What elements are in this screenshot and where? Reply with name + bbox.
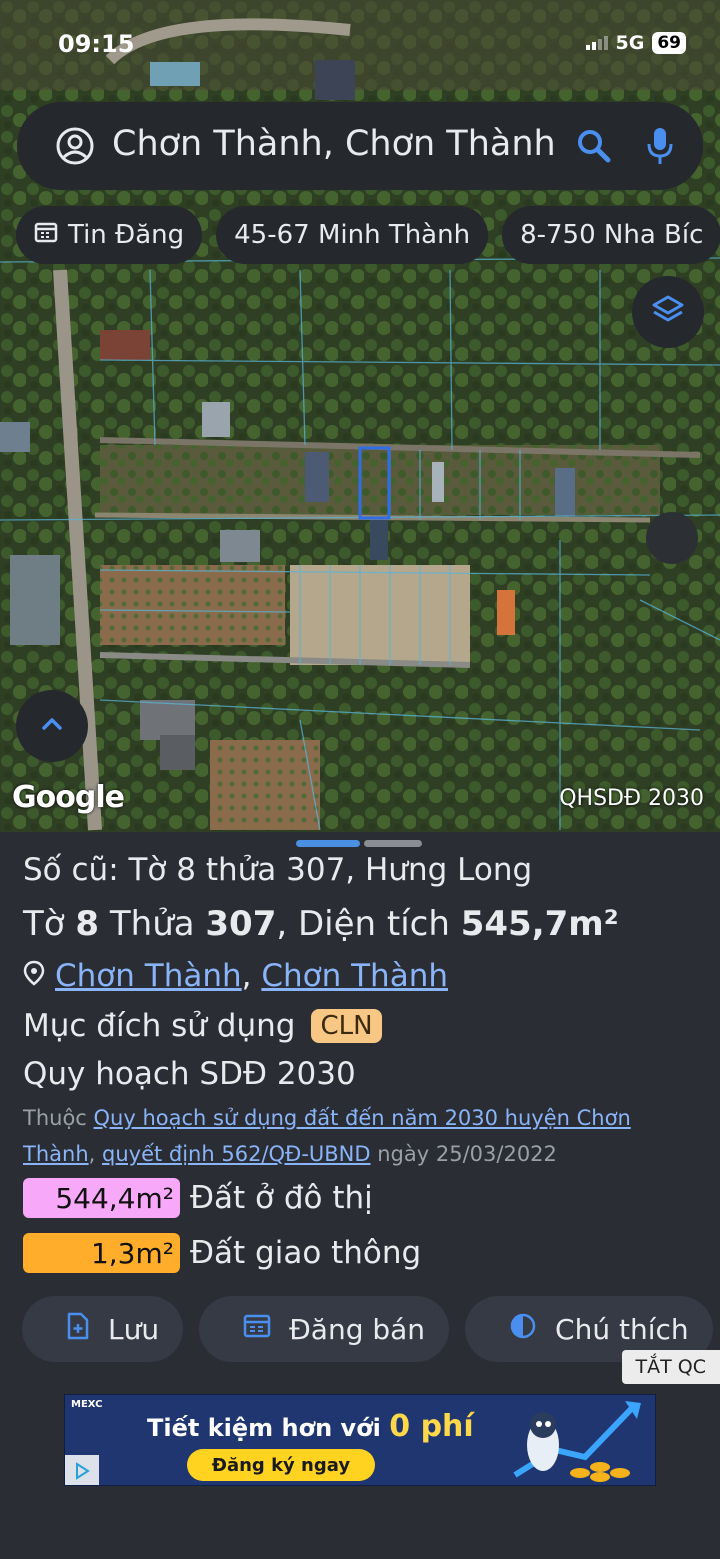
network-type: 5G bbox=[615, 32, 645, 54]
zone-row: 544,4m² Đất ở đô thị bbox=[23, 1178, 373, 1218]
save-button[interactable]: Lưu bbox=[22, 1296, 184, 1362]
signal-icon bbox=[585, 36, 608, 50]
account-icon[interactable] bbox=[55, 126, 95, 170]
chip-minh-thanh[interactable]: 45-67 Minh Thành bbox=[216, 206, 489, 264]
parcel-number: 307 bbox=[205, 904, 277, 944]
location-pin-icon bbox=[23, 958, 45, 994]
post-sale-button[interactable]: Đăng bán bbox=[199, 1296, 450, 1362]
close-ad-button[interactable]: TẮT QC bbox=[621, 1350, 720, 1384]
title-text: Thửa bbox=[99, 904, 206, 944]
ad-headline-highlight: 0 phí bbox=[389, 1409, 474, 1444]
location-separator: , bbox=[241, 958, 252, 994]
location-row: Chơn Thành, Chơn Thành bbox=[23, 958, 448, 994]
plan-label: Quy hoạch SDĐ 2030 bbox=[23, 1056, 356, 1092]
microphone-icon[interactable] bbox=[645, 126, 675, 170]
ad-headline-text: Tiết kiệm hơn với bbox=[147, 1414, 381, 1442]
belongs-separator: , bbox=[88, 1142, 96, 1166]
save-label: Lưu bbox=[108, 1312, 160, 1346]
ad-brand: MEXC bbox=[71, 1399, 103, 1410]
purpose-badge: CLN bbox=[311, 1009, 382, 1043]
map-view[interactable]: 09:15 5G 69 Chơn Thành, Chơn Thành Tin Đ… bbox=[0, 0, 720, 832]
layers-icon bbox=[651, 293, 685, 331]
search-query[interactable]: Chơn Thành, Chơn Thành bbox=[112, 124, 572, 164]
title-text: , Diện tích bbox=[276, 904, 461, 944]
sheet-handle-secondary[interactable] bbox=[364, 840, 422, 847]
chip-tin-dang[interactable]: Tin Đăng bbox=[16, 206, 203, 264]
chip-nha-bich[interactable]: 8-750 Nha Bíc bbox=[502, 206, 720, 264]
zone-area: 1,3m² bbox=[23, 1233, 180, 1273]
contrast-icon bbox=[509, 1312, 537, 1347]
plan-source: Thuộc Quy hoạch sử dụng đất đến năm 2030… bbox=[23, 1100, 703, 1172]
chip-label: 45-67 Minh Thành bbox=[234, 220, 471, 250]
google-logo: Google bbox=[12, 780, 125, 815]
calendar-icon bbox=[34, 220, 58, 251]
sheet-handle[interactable] bbox=[296, 840, 360, 847]
parcel-info-sheet: Số cũ: Tờ 8 thửa 307, Hưng Long Tờ 8 Thử… bbox=[0, 832, 720, 1559]
expand-button[interactable] bbox=[16, 690, 88, 762]
purpose-label: Mục đích sử dụng bbox=[23, 1008, 296, 1044]
location-link-2[interactable]: Chơn Thành bbox=[261, 958, 448, 994]
purpose-row: Mục đích sử dụng CLN bbox=[23, 1008, 382, 1044]
title-text: Tờ bbox=[23, 904, 76, 944]
ad-mascot-graphic bbox=[513, 1401, 641, 1482]
ad-cta-button[interactable]: Đăng ký ngay bbox=[187, 1449, 375, 1481]
chip-row: Tin Đăng 45-67 Minh Thành 8-750 Nha Bíc bbox=[16, 206, 720, 264]
layer-label: QHSDĐ 2030 bbox=[559, 786, 704, 811]
chevron-up-icon bbox=[39, 711, 65, 741]
zone-row: 1,3m² Đất giao thông bbox=[23, 1233, 421, 1273]
battery-level: 69 bbox=[652, 32, 686, 54]
legend-label: Chú thích bbox=[555, 1312, 689, 1346]
zone-label: Đất giao thông bbox=[190, 1235, 422, 1271]
search-bar[interactable]: Chơn Thành, Chơn Thành bbox=[17, 102, 703, 190]
belongs-prefix: Thuộc bbox=[23, 1106, 87, 1130]
zone-area: 544,4m² bbox=[23, 1178, 180, 1218]
search-icon[interactable] bbox=[575, 127, 613, 169]
chip-label: 8-750 Nha Bíc bbox=[520, 220, 704, 250]
ad-headline: Tiết kiệm hơn với 0 phí bbox=[147, 1409, 474, 1444]
ad-banner[interactable]: MEXC Tiết kiệm hơn với 0 phí Đăng ký nga… bbox=[64, 1394, 656, 1486]
map-control-button[interactable] bbox=[646, 512, 698, 564]
decision-link[interactable]: quyết định 562/QĐ-UBND bbox=[102, 1142, 371, 1166]
zone-label: Đất ở đô thị bbox=[190, 1180, 373, 1216]
status-time: 09:15 bbox=[58, 30, 135, 58]
decision-date: ngày 25/03/2022 bbox=[377, 1142, 557, 1166]
parcel-area: 545,7m² bbox=[460, 904, 619, 944]
add-document-icon bbox=[66, 1312, 90, 1347]
post-sale-label: Đăng bán bbox=[289, 1312, 426, 1346]
location-link-1[interactable]: Chơn Thành bbox=[55, 958, 242, 994]
calendar-icon bbox=[243, 1313, 271, 1346]
layers-button[interactable] bbox=[632, 276, 704, 348]
parcel-title: Tờ 8 Thửa 307, Diện tích 545,7m² bbox=[23, 904, 619, 944]
old-parcel-label: Số cũ: Tờ 8 thửa 307, Hưng Long bbox=[23, 852, 533, 888]
ad-choices-icon[interactable] bbox=[65, 1455, 99, 1485]
sheet-number: 8 bbox=[75, 904, 100, 944]
action-row: Lưu Đăng bán Chú thích bbox=[22, 1296, 713, 1362]
chip-label: Tin Đăng bbox=[68, 220, 185, 250]
status-indicators: 5G 69 bbox=[585, 32, 686, 54]
